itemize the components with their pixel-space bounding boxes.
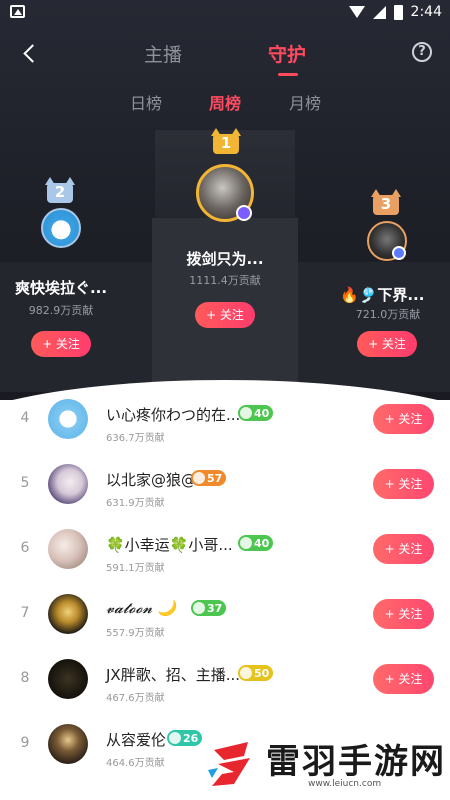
rank-number: 9 [20,735,30,751]
avatar[interactable] [48,399,88,439]
second-contribution: 982.9万贡献 [28,304,94,317]
user-name: 从容爱伦 [106,731,167,749]
avatar[interactable] [48,724,88,764]
heart-shield-icon [240,667,252,679]
watermark-title: 雷羽手游网 [266,742,446,782]
list-item[interactable]: 6 🍀小幸运🍀小哥... 40 591.1万贡献 + 关注 [0,518,450,583]
level-badge: 40 [238,535,274,551]
rank-number: 8 [20,670,30,686]
back-arrow-icon[interactable] [20,42,40,66]
site-watermark: 雷羽手游网 www.leiucn.com [196,728,446,798]
rank-3-crown-icon: 3 [369,189,403,215]
contribution-value: 591.1万贡献 [106,563,165,574]
level-badge-icon [236,205,252,221]
first-contribution: 1111.4万贡献 [189,274,261,287]
ranking-header-panel: 2:44 主播 守护 ? 日榜 周榜 月榜 1 拨剑只为... 1111.4万贡… [0,0,450,400]
level-badge: 50 [238,665,274,681]
user-name: 以北家@狼@ [106,471,197,489]
tab-daily[interactable]: 日榜 [130,90,162,114]
wifi-icon [348,6,365,18]
heart-shield-icon [240,537,252,549]
contribution-value: 467.6万贡献 [106,693,165,704]
rank-number: 4 [20,410,30,426]
follow-button[interactable]: + 关注 [373,599,434,629]
battery-icon [393,4,403,20]
contribution-value: 636.7万贡献 [106,433,165,444]
rank-2-crown-icon: 2 [43,177,77,203]
third-name: 🔥🎐下界... [340,286,425,304]
rank-number: 6 [20,540,30,556]
list-item[interactable]: 5 以北家@狼@ 57 631.9万贡献 + 关注 [0,453,450,518]
heart-shield-icon [169,732,181,744]
follow-button[interactable]: + 关注 [373,404,434,434]
status-bar: 2:44 [0,0,450,26]
contribution-value: 557.9万贡献 [106,628,165,639]
third-follow-button[interactable]: + 关注 [357,331,417,357]
tab-monthly[interactable]: 月榜 [289,90,321,114]
first-name: 拨剑只为... [186,250,264,268]
user-name: JX胖歌、招、主播... [106,666,241,684]
list-item[interactable]: 7 𝓿𝓪𝓽𝓸𝓸𝓷 🌙 37 557.9万贡献 + 关注 [0,583,450,648]
gallery-icon [10,5,25,18]
tab-anchor[interactable]: 主播 [144,40,182,67]
list-item[interactable]: 8 JX胖歌、招、主播... 50 467.6万贡献 + 关注 [0,648,450,713]
first-follow-button[interactable]: + 关注 [195,302,255,328]
avatar-second[interactable] [41,208,81,248]
rank-1-crown-icon: 1 [209,128,243,154]
level-badge: 37 [191,600,227,616]
user-name: 🍀小幸运🍀小哥... [106,536,233,554]
watermark-url: www.leiucn.com [308,779,382,789]
follow-button[interactable]: + 关注 [373,534,434,564]
follow-button[interactable]: + 关注 [373,469,434,499]
rank-number: 5 [20,475,30,491]
heart-shield-icon [240,407,252,419]
status-time: 2:44 [410,4,442,20]
watermark-logo-icon [208,742,250,786]
avatar[interactable] [48,464,88,504]
period-tabs: 日榜 周榜 月榜 [0,90,450,114]
level-badge-icon [392,246,406,260]
tab-weekly[interactable]: 周榜 [209,90,241,114]
level-badge: 57 [191,470,227,486]
podium-third [296,262,450,392]
rank-number: 7 [20,605,30,621]
avatar[interactable] [48,659,88,699]
second-follow-button[interactable]: + 关注 [31,331,91,357]
second-name: 爽快埃拉ぐ... [14,279,108,297]
user-name: い心疼你わつ的在... [106,406,241,424]
help-icon[interactable]: ? [412,42,432,62]
signal-icon [372,5,386,19]
user-name: 𝓿𝓪𝓽𝓸𝓸𝓷 🌙 [106,599,176,617]
heart-shield-icon [193,602,205,614]
third-contribution: 721.0万贡献 [355,308,421,321]
avatar[interactable] [48,594,88,634]
top-nav: 主播 守护 ? [0,36,450,76]
active-tab-indicator [278,73,298,76]
avatar[interactable] [48,529,88,569]
contribution-value: 631.9万贡献 [106,498,165,509]
tab-guard[interactable]: 守护 [268,40,306,67]
heart-shield-icon [193,472,205,484]
contribution-value: 464.6万贡献 [106,758,165,769]
level-badge: 40 [238,405,274,421]
follow-button[interactable]: + 关注 [373,664,434,694]
list-item[interactable]: 4 い心疼你わつ的在... 40 636.7万贡献 + 关注 [0,388,450,453]
